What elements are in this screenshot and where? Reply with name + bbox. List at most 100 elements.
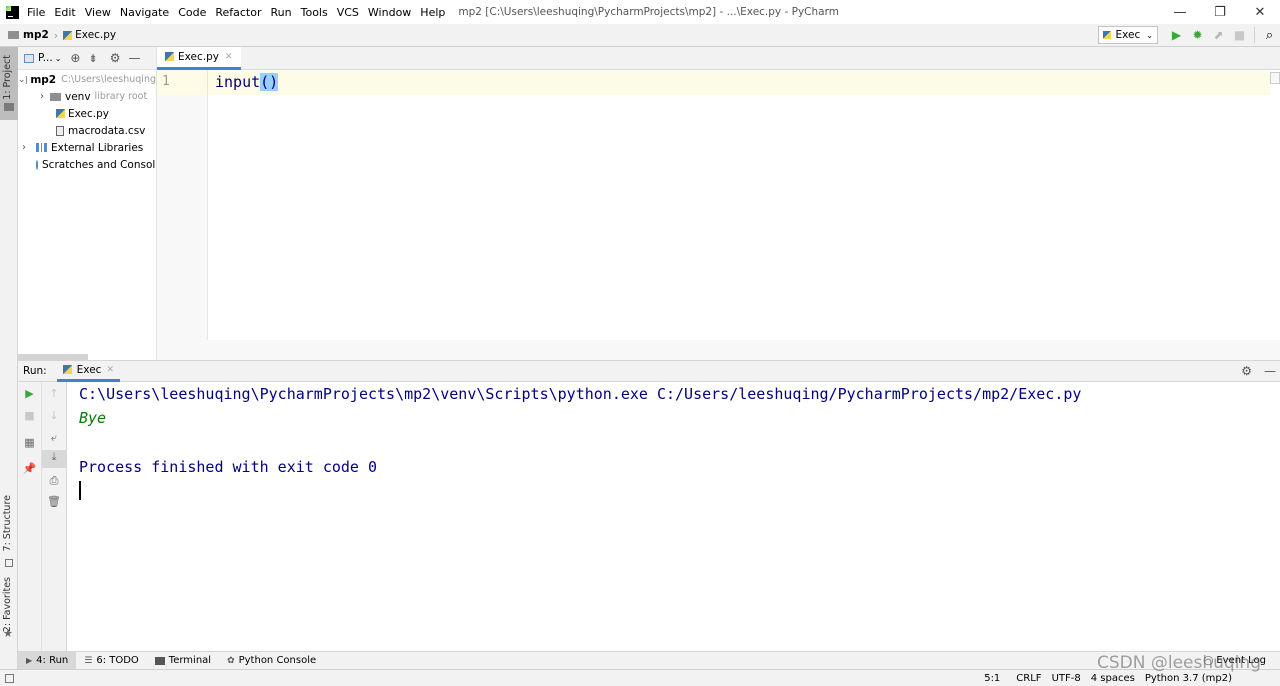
caret-position[interactable]: 5:1 <box>984 673 1000 684</box>
project-tab-label[interactable]: 1: Project <box>2 55 13 100</box>
structure-tab-label[interactable]: 7: Structure <box>2 495 13 551</box>
print-icon[interactable]: ⎙ <box>42 474 66 488</box>
locate-icon[interactable]: ⊕ <box>70 51 80 65</box>
coverage-icon[interactable]: ⬈ <box>1208 28 1229 42</box>
collapse-all-icon[interactable]: ⇟ <box>88 52 97 65</box>
menu-run[interactable]: Run <box>271 6 292 19</box>
search-icon[interactable]: ⌕ <box>1259 28 1280 43</box>
list-icon: ☰ <box>84 655 93 666</box>
tree-item-scratches[interactable]: Scratches and Consoles <box>18 156 156 173</box>
python-file-icon <box>165 52 174 61</box>
project-panel-header: P... ⌄ ⊕ ⇟ ⚙ — <box>18 47 156 70</box>
tree-item-exec-py[interactable]: Exec.py <box>18 105 156 122</box>
editor-tab-exec-py[interactable]: Exec.py ✕ <box>157 46 241 70</box>
tree-label: macrodata.csv <box>68 124 146 137</box>
tree-detail: library root <box>94 91 148 102</box>
toggle-tool-windows-icon[interactable] <box>5 673 14 683</box>
run-panel-label: Run: <box>23 365 47 377</box>
chevron-down-icon[interactable]: ⌄ <box>18 75 26 85</box>
run-tab-exec[interactable]: Exec ✕ <box>56 361 120 382</box>
hide-panel-icon[interactable]: — <box>1264 364 1276 378</box>
run-icon: ▶ <box>26 656 33 665</box>
status-bar: 5:1 CRLF UTF-8 4 spaces Python 3.7 (mp2) <box>0 669 1280 686</box>
editor-tab-bar: Exec.py ✕ <box>157 46 1280 70</box>
menu-window[interactable]: Window <box>368 6 411 19</box>
trash-icon[interactable]: 🗑 <box>42 495 66 508</box>
arrow-up-icon[interactable]: ↑ <box>42 387 66 400</box>
run-panel-header: Run: Exec ✕ ⚙ — <box>18 360 1280 382</box>
menu-navigate[interactable]: Navigate <box>120 6 169 19</box>
run-toolbar-primary: ▶ ■ ▦ 📌 <box>18 382 42 651</box>
code-parens: () <box>260 73 279 91</box>
close-button[interactable]: ✕ <box>1240 5 1280 20</box>
indent-setting[interactable]: 4 spaces <box>1091 673 1135 684</box>
project-view-selector[interactable]: P... <box>38 52 53 64</box>
tree-label: Scratches and Consoles <box>42 158 156 171</box>
line-number: 1 <box>162 74 170 89</box>
run-icon[interactable]: ▶ <box>1166 28 1187 42</box>
breadcrumb-file[interactable]: Exec.py <box>75 29 116 41</box>
arrow-down-icon[interactable]: ↓ <box>42 409 66 422</box>
run-tab-label: Exec <box>76 363 102 376</box>
close-tab-icon[interactable]: ✕ <box>106 365 114 375</box>
bottom-tab-python-console[interactable]: ✿ Python Console <box>219 652 324 670</box>
minimize-button[interactable]: — <box>1160 5 1200 20</box>
python-interpreter[interactable]: Python 3.7 (mp2) <box>1145 673 1232 684</box>
rerun-icon[interactable]: ▶ <box>18 387 41 400</box>
project-folder-icon <box>4 103 14 111</box>
tree-item-external-libraries[interactable]: › External Libraries <box>18 139 156 156</box>
gear-icon[interactable]: ⚙ <box>110 51 121 65</box>
chevron-down-icon: ⌄ <box>1146 30 1153 40</box>
python-file-icon <box>63 30 73 40</box>
editor-scrollbar-marker[interactable] <box>1270 72 1280 84</box>
console-exit-message: Process finished with exit code 0 <box>79 458 378 476</box>
line-separator[interactable]: CRLF <box>1016 673 1041 684</box>
title-bar: File Edit View Navigate Code Refactor Ru… <box>0 0 1280 24</box>
debug-icon[interactable]: ✹ <box>1187 28 1208 42</box>
star-icon: ★ <box>3 627 13 640</box>
favorites-tab-label[interactable]: 2: Favorites <box>2 577 13 632</box>
menu-tools[interactable]: Tools <box>301 6 328 19</box>
restore-button[interactable]: ❐ <box>1200 5 1240 20</box>
divider <box>1254 27 1255 43</box>
run-configuration-selector[interactable]: Exec ⌄ <box>1097 26 1158 44</box>
menu-code[interactable]: Code <box>178 6 206 19</box>
stop-icon[interactable]: ■ <box>18 409 41 422</box>
menu-vcs[interactable]: VCS <box>337 6 359 19</box>
bottom-tab-terminal[interactable]: Terminal <box>147 652 219 670</box>
text-cursor <box>79 481 81 500</box>
scroll-to-end-icon[interactable]: ⤓ <box>42 450 66 468</box>
tree-item-venv[interactable]: › venv library root <box>18 88 156 105</box>
code-function-name: input <box>215 73 261 91</box>
menu-help[interactable]: Help <box>420 6 445 19</box>
python-config-icon <box>1102 31 1111 39</box>
file-encoding[interactable]: UTF-8 <box>1052 673 1081 684</box>
chevron-right-icon[interactable]: › <box>34 91 50 102</box>
stop-icon[interactable]: ■ <box>1229 28 1250 42</box>
console-output[interactable]: C:\Users\leeshuqing\PycharmProjects\mp2\… <box>67 382 1280 651</box>
layout-icon[interactable]: ▦ <box>18 436 41 449</box>
scratches-icon <box>36 159 38 170</box>
menu-view[interactable]: View <box>85 6 111 19</box>
editor-gutter: 1 <box>157 70 208 340</box>
chevron-down-icon[interactable]: ⌄ <box>55 54 62 63</box>
gear-icon[interactable]: ⚙ <box>1241 364 1252 378</box>
close-tab-icon[interactable]: ✕ <box>225 52 233 62</box>
tree-item-mp2[interactable]: ⌄ mp2 C:\Users\leeshuqing <box>18 71 156 88</box>
menu-file[interactable]: File <box>27 6 45 19</box>
bottom-tab-label: 4: Run <box>36 655 69 666</box>
pin-icon[interactable]: 📌 <box>18 462 41 475</box>
breadcrumb-project[interactable]: mp2 <box>23 29 49 41</box>
hide-panel-icon[interactable]: — <box>128 51 140 65</box>
code-editor[interactable]: input() <box>208 70 1280 340</box>
menu-edit[interactable]: Edit <box>54 6 75 19</box>
soft-wrap-icon[interactable]: ⤶ <box>42 431 66 445</box>
chevron-right-icon[interactable]: › <box>18 142 30 153</box>
run-config-label: Exec <box>1115 29 1141 41</box>
menu-refactor[interactable]: Refactor <box>215 6 261 19</box>
code-line[interactable]: input() <box>215 73 279 91</box>
project-view-icon <box>24 53 34 63</box>
tree-item-macrodata-csv[interactable]: macrodata.csv <box>18 122 156 139</box>
bottom-tab-todo[interactable]: ☰ 6: TODO <box>76 652 147 670</box>
bottom-tab-run[interactable]: ▶ 4: Run <box>18 651 77 670</box>
